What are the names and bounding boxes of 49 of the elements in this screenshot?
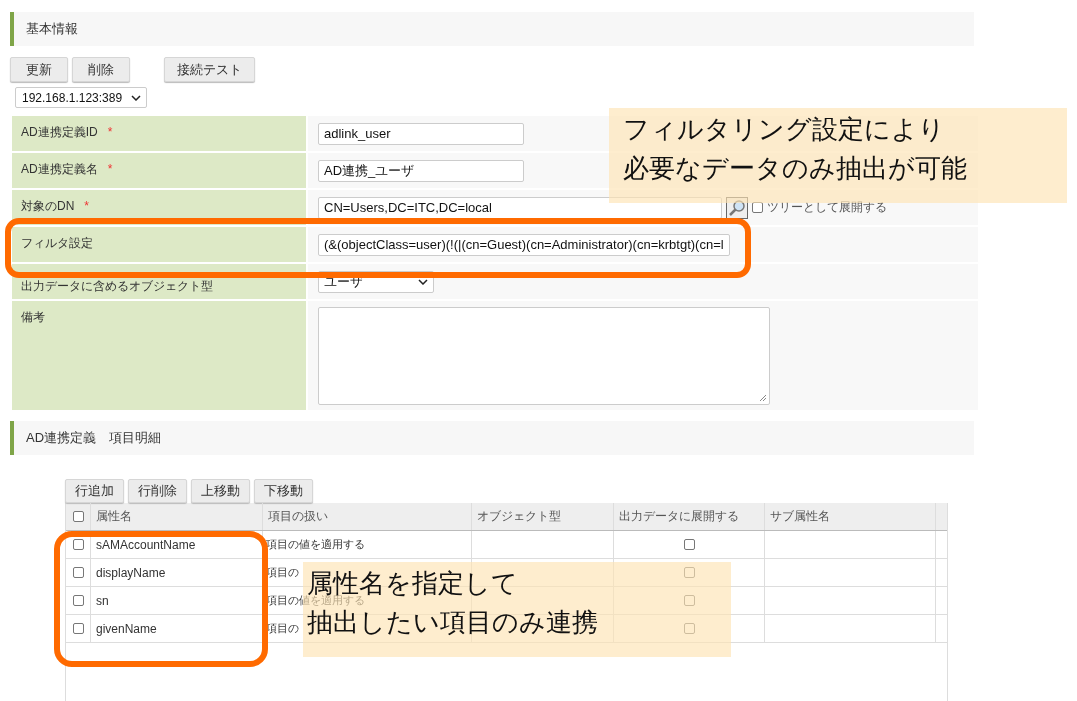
checkbox[interactable] [72, 595, 84, 606]
toolbar-button[interactable]: 下移動 [254, 479, 313, 503]
chevron-icon [131, 94, 141, 101]
chevron-icon [418, 278, 428, 285]
search-icon[interactable] [726, 196, 748, 219]
toolbar-button[interactable]: 上移動 [191, 479, 250, 503]
checkbox[interactable] [683, 595, 695, 606]
checkbox[interactable] [72, 567, 84, 578]
field-label: AD連携定義名 [21, 162, 98, 176]
column-header: 属性名 [91, 503, 263, 530]
table-cell: 項目の値を適用する [263, 531, 472, 558]
field-label: 対象のDN [21, 199, 75, 213]
resize-grip-icon[interactable] [759, 394, 767, 402]
field-label: 備考 [21, 310, 45, 324]
table-cell: givenName [91, 615, 263, 642]
input-field[interactable]: AD連携_ユーザ [318, 159, 524, 182]
table-cell: displayName [91, 559, 263, 586]
toolbar-button[interactable]: 削除 [72, 57, 130, 82]
section-title: 基本情報 [26, 20, 78, 38]
column-header: サブ属性名 [765, 503, 936, 530]
callout-note: フィルタリング設定により 必要なデータのみ抽出が可能 [609, 108, 1067, 203]
field-label: フィルタ設定 [21, 236, 93, 250]
table-cell: sAMAccountName [91, 531, 263, 558]
checkbox[interactable] [683, 539, 695, 550]
input-field[interactable]: adlink_user [318, 122, 524, 145]
field-label: 出力データに含めるオブジェクト型 [21, 279, 213, 293]
server-select[interactable]: 192.168.1.123:389 [15, 87, 147, 108]
required-mark: * [84, 199, 89, 213]
checkbox[interactable] [752, 202, 763, 213]
column-header: 項目の扱い [263, 503, 472, 530]
checkbox[interactable] [683, 623, 695, 634]
table-cell: sn [91, 587, 263, 614]
required-mark: * [107, 162, 113, 176]
checkbox[interactable] [72, 539, 84, 550]
toolbar-button[interactable]: 接続テスト [164, 57, 255, 82]
checkbox[interactable] [72, 511, 84, 522]
section-title: AD連携定義 項目明細 [26, 429, 162, 447]
input-field[interactable]: (&(objectClass=user)(!(|(cn=Guest)(cn=Administrator)(cn=krbtgt)(cn=l [318, 233, 730, 256]
toolbar-button[interactable]: 行削除 [128, 479, 187, 503]
checkbox[interactable] [683, 567, 695, 578]
textarea-field[interactable] [318, 307, 770, 405]
toolbar-button[interactable]: 更新 [10, 57, 68, 82]
input-field[interactable]: CN=Users,DC=ITC,DC=local [318, 196, 722, 219]
required-mark: * [107, 125, 113, 139]
checkbox[interactable] [72, 623, 84, 634]
field-label: AD連携定義ID [21, 125, 98, 139]
toolbar-button[interactable]: 行追加 [65, 479, 124, 503]
column-header: 出力データに展開する [614, 503, 765, 530]
column-header: オブジェクト型 [472, 503, 614, 530]
